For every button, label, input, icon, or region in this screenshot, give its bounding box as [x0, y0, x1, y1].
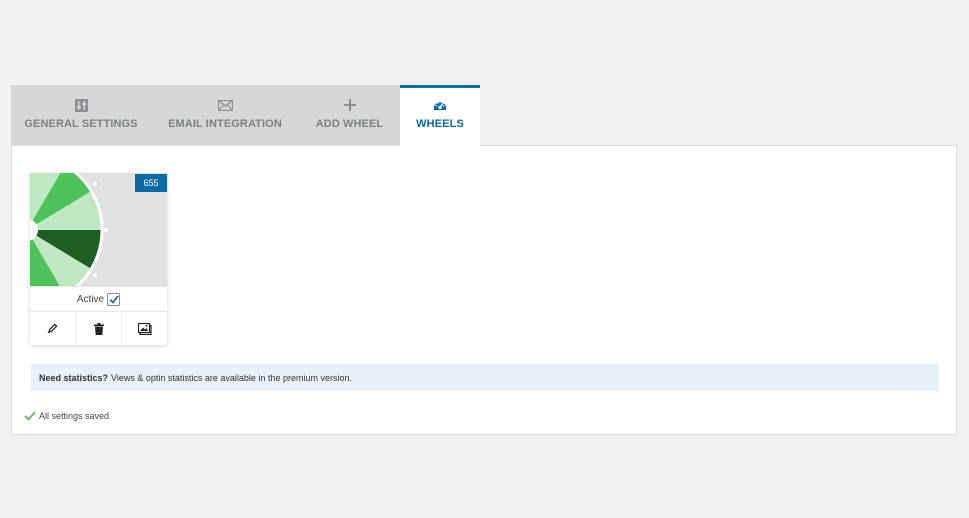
tab-label: EMAIL INTEGRATION [168, 118, 282, 130]
wheel-preview[interactable]: 655 [30, 173, 167, 286]
active-checkbox[interactable] [107, 292, 121, 306]
statistics-notice: Need statistics? Views & optin statistic… [31, 364, 939, 391]
tab-label: ADD WHEEL [315, 118, 384, 130]
wheel-id-badge: 655 [135, 174, 167, 192]
save-status: All settings saved [24, 411, 109, 421]
settings-sliders-icon [74, 97, 88, 113]
tab-label: GENERAL SETTINGS [24, 118, 138, 130]
checkmark-icon [24, 411, 36, 421]
wheel-card: 655 Active [30, 173, 167, 345]
save-status-text: All settings saved [39, 411, 110, 421]
preview-wheel-button[interactable] [122, 312, 167, 345]
envelope-icon [217, 97, 233, 113]
wheels-panel: 655 Active Need statistics? Views & opti… [11, 145, 957, 435]
tab-wheels[interactable]: WHEELS [400, 85, 480, 147]
tab-add-wheel[interactable]: ADD WHEEL [299, 85, 400, 146]
wheel-status-row: Active [30, 286, 167, 311]
trash-icon [93, 322, 104, 335]
preview-image-icon [137, 322, 152, 335]
active-label: Active [76, 293, 105, 305]
tab-email-integration[interactable]: EMAIL INTEGRATION [151, 85, 299, 146]
pencil-icon [47, 323, 58, 334]
dashboard-gauge-icon [433, 97, 447, 113]
tab-label: WHEELS [416, 118, 464, 130]
notice-text: Views & optin statistics are available i… [111, 372, 352, 383]
plus-icon [343, 97, 356, 113]
notice-title: Need statistics? [39, 372, 109, 383]
wheel-actions [30, 311, 167, 345]
edit-wheel-button[interactable] [30, 312, 76, 345]
check-icon [109, 295, 119, 304]
delete-wheel-button[interactable] [76, 312, 122, 345]
tab-bar: GENERAL SETTINGS EMAIL INTEGRATION ADD W… [11, 85, 480, 147]
tab-general-settings[interactable]: GENERAL SETTINGS [11, 85, 151, 146]
